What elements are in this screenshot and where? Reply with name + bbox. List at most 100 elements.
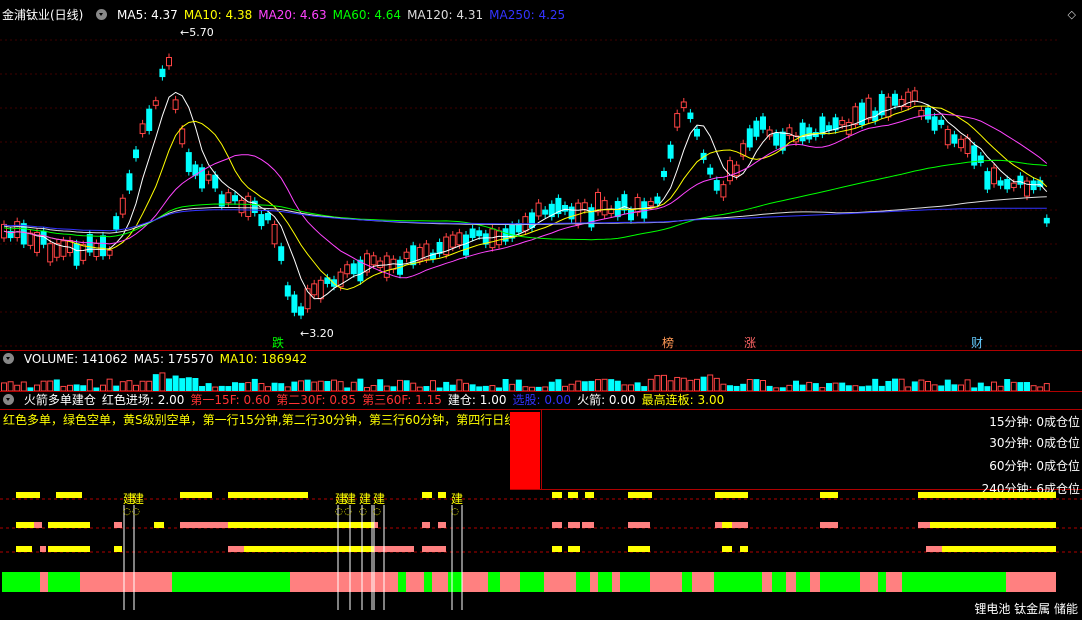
volume-bar <box>1024 382 1030 392</box>
candle-body <box>284 285 291 297</box>
candle-body <box>291 294 298 313</box>
volume-bar <box>892 378 898 392</box>
candle-body <box>278 246 285 261</box>
daily-signal-segment <box>40 572 48 592</box>
volume-bar <box>1017 382 1024 392</box>
candle-body <box>106 249 113 256</box>
daily-signal-segment <box>500 572 520 592</box>
daily-signal-segment <box>692 572 714 592</box>
candle-body <box>905 91 912 108</box>
candle-body <box>687 112 694 120</box>
volume-bar <box>298 380 304 392</box>
signal-segment <box>422 546 446 552</box>
signal-segment <box>154 522 164 528</box>
signal-segment <box>628 546 650 552</box>
candle-body <box>713 180 720 191</box>
volume-bar <box>575 380 582 392</box>
candle-body <box>100 235 106 257</box>
sector-tags[interactable]: 锂电池 钛金属 储能 <box>974 600 1078 617</box>
signal-segment <box>438 522 446 528</box>
volume-bar <box>608 379 615 392</box>
volume-bar <box>700 376 707 392</box>
candle-body <box>344 264 351 275</box>
candle-body <box>53 242 60 258</box>
signal-segment <box>48 522 90 528</box>
candle-body <box>799 122 806 142</box>
candle-body <box>931 116 938 131</box>
volume-bar <box>872 378 879 392</box>
volume-bar <box>159 372 166 392</box>
candle-body <box>958 138 964 149</box>
candle-body <box>377 260 384 268</box>
volume-bar <box>753 379 760 392</box>
daily-signal-segment <box>598 572 612 592</box>
signal-segment <box>582 522 594 528</box>
volume-bar <box>119 381 126 392</box>
volume-bar <box>502 378 509 392</box>
volume-header: VOLUME: 141062 MA5: 175570 MA10: 186942 <box>0 351 1082 367</box>
daily-signal-segment <box>772 572 786 592</box>
candle-body <box>403 251 410 259</box>
volume-bar <box>614 380 621 392</box>
candle-body <box>918 109 925 117</box>
signal-segment <box>732 522 748 528</box>
signal-segment <box>628 522 650 528</box>
volume-bar <box>687 379 694 392</box>
daily-signal-segment <box>398 572 406 592</box>
indicator-toggle-icon[interactable] <box>3 394 14 405</box>
volume-label-1: MA5: 175570 <box>133 352 214 366</box>
candle-body <box>126 173 133 191</box>
signal-segment <box>628 492 652 498</box>
volume-bar <box>1043 383 1050 392</box>
signal-segment <box>722 546 732 552</box>
volume-bar <box>20 381 27 392</box>
daily-signal-segment <box>714 572 762 592</box>
daily-signal-segment <box>520 572 544 592</box>
volume-bar <box>397 379 403 392</box>
volume-toggle-icon[interactable] <box>3 353 14 364</box>
candle-body <box>47 243 54 263</box>
indicator-label-7: 火箭: 0.00 <box>577 393 636 407</box>
candle-body <box>845 122 852 135</box>
volume-bar <box>977 382 984 392</box>
volume-bar <box>146 380 153 392</box>
candle-body <box>298 306 304 316</box>
volume-bar <box>826 383 832 392</box>
volume-bar <box>324 381 331 392</box>
candle-body <box>773 133 780 146</box>
candle-body <box>746 128 753 148</box>
build-signal-tag: 建 <box>359 492 371 506</box>
signal-segment <box>244 546 374 552</box>
signal-segment <box>422 492 432 498</box>
volume-bar <box>291 381 298 392</box>
signal-segment <box>16 522 34 528</box>
volume-bar <box>1004 379 1011 392</box>
candle-body <box>654 196 661 204</box>
candle-body <box>80 244 87 261</box>
daily-signal-segment <box>290 572 398 592</box>
volume-bar <box>192 378 199 392</box>
signal-segment <box>722 522 732 528</box>
signal-segment <box>16 546 32 552</box>
signal-segment <box>16 492 40 498</box>
candle-body <box>885 96 892 118</box>
candle-body <box>350 263 357 275</box>
daily-signal-segment <box>682 572 692 592</box>
signal-segment <box>48 546 90 552</box>
volume-bar <box>793 380 799 392</box>
daily-signal-segment <box>650 572 682 592</box>
build-signal-sub: ◌ <box>132 507 140 517</box>
signal-segment <box>930 522 1056 528</box>
volume-bar <box>456 379 463 392</box>
volume-bar <box>232 382 238 392</box>
volume-bar <box>40 380 47 392</box>
settings-icon[interactable] <box>96 9 108 20</box>
candle-body <box>1017 175 1024 185</box>
volume-bar <box>634 382 641 392</box>
daily-signal-segment <box>544 572 576 592</box>
volume-bar <box>185 377 192 392</box>
candle-body <box>595 191 601 213</box>
volume-bar <box>654 375 661 392</box>
candle-body <box>179 128 186 145</box>
build-signal-tag: 建 <box>132 492 144 506</box>
